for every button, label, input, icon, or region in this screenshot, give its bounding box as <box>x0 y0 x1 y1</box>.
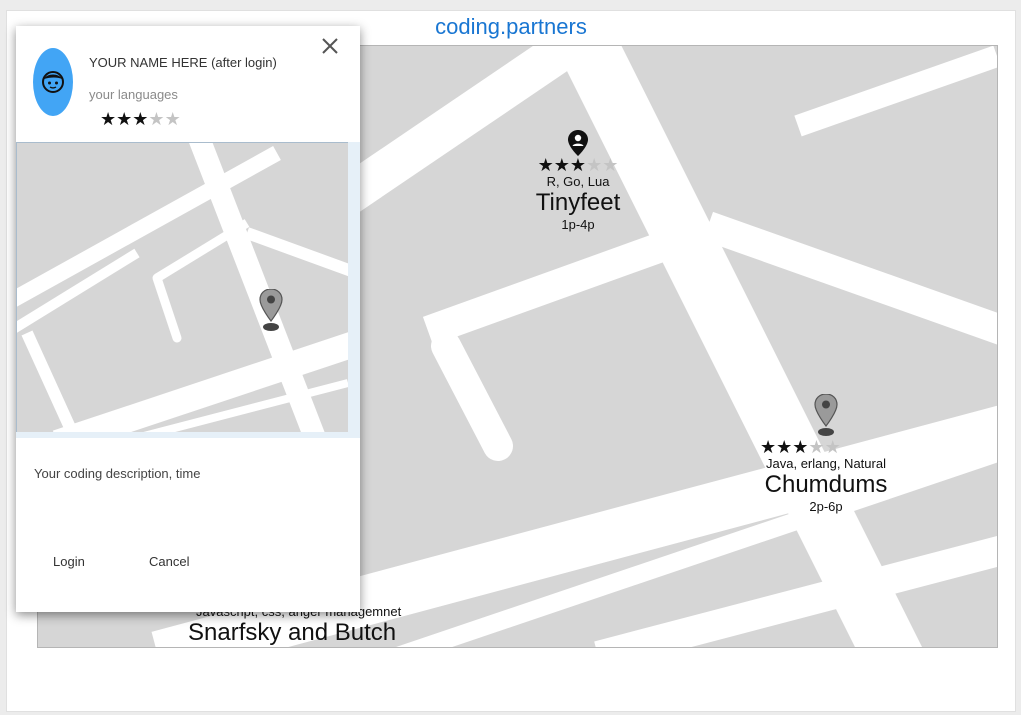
star-icon[interactable]: ★ <box>100 109 116 129</box>
marker-time: 1p-4p <box>561 217 595 232</box>
star-empty-icon: ★ <box>586 155 603 175</box>
user-rating-stars[interactable]: ★★★★★ <box>100 110 181 128</box>
marker-time: 2p-6p <box>809 499 843 514</box>
location-pin-icon[interactable] <box>259 289 283 333</box>
star-icon: ★ <box>553 155 570 175</box>
close-icon <box>322 38 338 54</box>
marker-name: Chumdums <box>764 471 888 498</box>
mini-map-border <box>348 142 360 438</box>
star-icon: ★ <box>537 155 554 175</box>
cancel-button[interactable]: Cancel <box>149 554 189 569</box>
close-button[interactable] <box>318 34 342 58</box>
star-icon: ★ <box>792 437 809 457</box>
mini-map-border <box>16 432 360 438</box>
rating-stars: ★★★★★ <box>746 438 906 456</box>
description-input[interactable]: Your coding description, time <box>34 466 200 481</box>
star-icon[interactable]: ★ <box>116 109 132 129</box>
map-marker-chumdums[interactable]: ★★★★★ Java, erlang, Natural Chumdums 2p-… <box>746 394 906 516</box>
person-pin-icon <box>568 130 588 156</box>
user-name: YOUR NAME HERE (after login) <box>89 55 277 70</box>
star-icon: ★ <box>760 437 777 457</box>
map-marker-tinyfeet[interactable]: ★★★★★ R, Go, Lua Tinyfeet 1p-4p <box>518 130 638 234</box>
mini-map-streets <box>17 143 348 433</box>
star-icon[interactable]: ★ <box>132 109 148 129</box>
rating-stars: ★★★★★ <box>518 156 638 174</box>
star-empty-icon[interactable]: ★ <box>165 109 181 129</box>
marker-name: Tinyfeet <box>535 189 621 216</box>
location-picker-map[interactable] <box>16 142 349 434</box>
avatar <box>33 48 73 116</box>
star-empty-icon: ★ <box>808 437 825 457</box>
face-icon <box>42 71 64 93</box>
star-empty-icon: ★ <box>824 437 841 457</box>
login-dialog: YOUR NAME HERE (after login) your langua… <box>16 26 360 612</box>
star-empty-icon: ★ <box>602 155 619 175</box>
marker-languages: Java, erlang, Natural <box>766 456 886 471</box>
marker-name: Snarfsky and Butch <box>188 619 397 646</box>
marker-languages: R, Go, Lua <box>546 174 610 189</box>
map-pin-icon <box>814 394 838 436</box>
star-icon: ★ <box>569 155 587 175</box>
login-button[interactable]: Login <box>53 554 85 569</box>
languages-input[interactable]: your languages <box>89 87 178 102</box>
star-icon: ★ <box>776 437 793 457</box>
star-empty-icon[interactable]: ★ <box>148 109 164 129</box>
